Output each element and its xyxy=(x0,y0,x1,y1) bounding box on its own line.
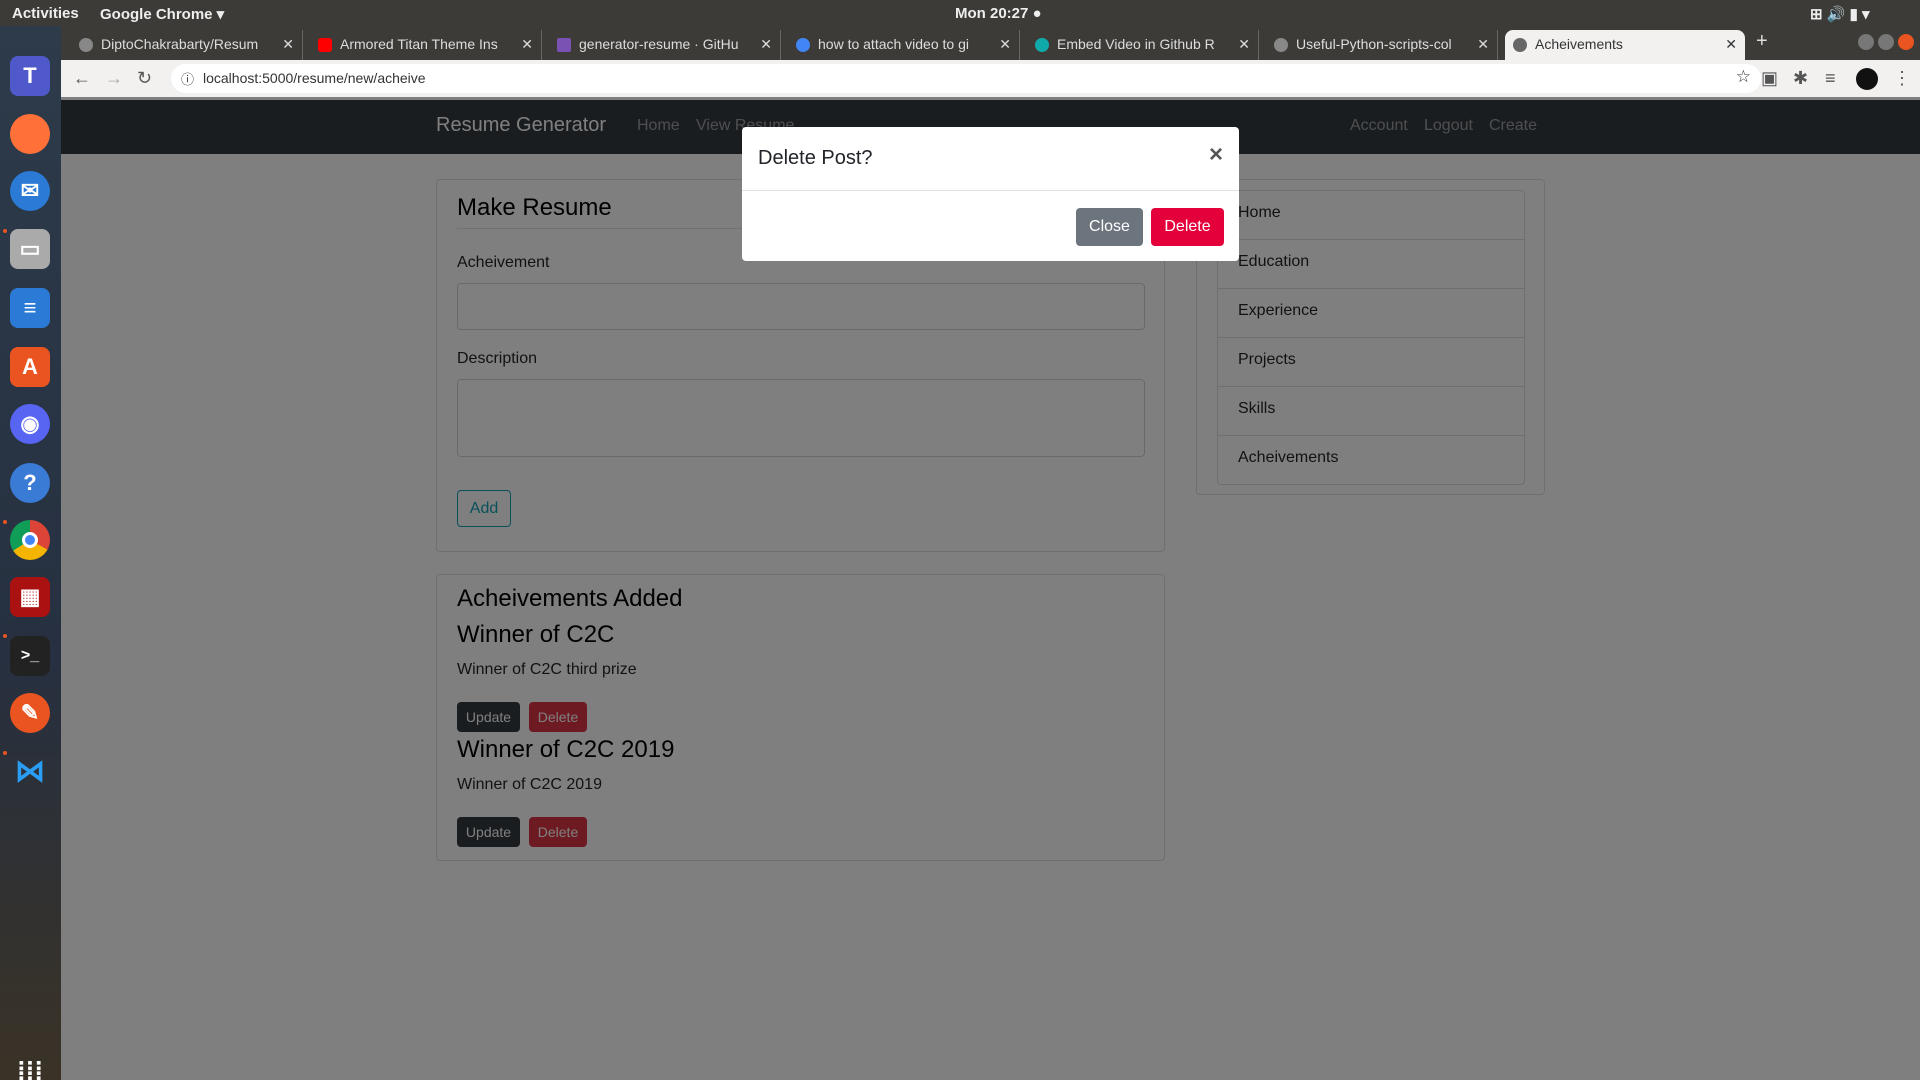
info-icon[interactable]: ⓘ xyxy=(181,69,194,88)
browser-tab[interactable]: how to attach video to gi ✕ xyxy=(788,30,1020,60)
extension-icon[interactable]: ▣ xyxy=(1761,68,1778,89)
tab-title: Armored Titan Theme Ins xyxy=(340,36,498,52)
pen-icon[interactable]: ✎ xyxy=(10,693,50,733)
browser-tab[interactable]: Armored Titan Theme Ins ✕ xyxy=(310,30,542,60)
minimize-button[interactable] xyxy=(1858,34,1874,50)
tab-title: how to attach video to gi xyxy=(818,36,969,52)
close-tab-icon[interactable]: ✕ xyxy=(282,36,294,53)
modal-close-button[interactable]: Close xyxy=(1076,208,1143,246)
reload-icon[interactable]: ↻ xyxy=(137,68,152,89)
tab-title: generator-resume · GitHu xyxy=(579,36,739,52)
running-indicator xyxy=(3,751,7,755)
dock: T ✉ ▭ ≡ A ◉ ? ▦ >_ ✎ ⋈ ⁞⁞⁞ xyxy=(0,26,61,1086)
clock[interactable]: Mon 20:27 ● xyxy=(955,5,1042,22)
browser-tab[interactable]: generator-resume · GitHu ✕ xyxy=(549,30,781,60)
close-tab-icon[interactable]: ✕ xyxy=(1238,36,1250,53)
system-top-bar: Activities Google Chrome ▾ Mon 20:27 ● ⊞… xyxy=(0,0,1920,26)
back-icon[interactable]: ← xyxy=(73,68,91,89)
profile-avatar[interactable] xyxy=(1856,68,1878,90)
terminal-icon[interactable]: >_ xyxy=(10,636,50,676)
help-icon[interactable]: ? xyxy=(10,463,50,503)
firefox-icon[interactable] xyxy=(10,114,50,154)
software-icon[interactable]: A xyxy=(10,347,50,387)
heroku-icon xyxy=(557,38,571,52)
google-icon xyxy=(796,38,810,52)
tab-title: DiptoChakrabarty/Resum xyxy=(101,36,259,52)
modal-delete-button[interactable]: Delete xyxy=(1151,208,1224,246)
puzzle-icon[interactable]: ✱ xyxy=(1793,68,1808,89)
running-indicator xyxy=(3,229,7,233)
app-menu[interactable]: Google Chrome ▾ xyxy=(100,5,224,23)
browser-tab-active[interactable]: Acheivements ✕ xyxy=(1505,30,1745,60)
tab-title: Embed Video in Github R xyxy=(1057,36,1215,52)
thunderbird-icon[interactable]: ✉ xyxy=(10,171,50,211)
close-tab-icon[interactable]: ✕ xyxy=(1477,36,1489,53)
running-indicator xyxy=(3,520,7,524)
app-grid-icon[interactable]: ⁞⁞⁞ xyxy=(10,1051,50,1091)
tab-strip: DiptoChakrabarty/Resum ✕ Armored Titan Th… xyxy=(61,26,1920,60)
github-icon xyxy=(1274,38,1288,52)
discord-icon[interactable]: ◉ xyxy=(10,404,50,444)
system-tray-icons[interactable]: ⊞ 🔊 ▮ ▾ xyxy=(1810,5,1870,23)
forward-icon[interactable]: → xyxy=(105,68,123,89)
teams-icon[interactable]: T xyxy=(10,56,50,96)
close-tab-icon[interactable]: ✕ xyxy=(1725,36,1737,53)
modal-close-x-icon[interactable]: × xyxy=(1209,141,1223,169)
site-icon xyxy=(1035,38,1049,52)
modal-header: Delete Post? × xyxy=(742,127,1239,191)
media-icon[interactable]: ≡ xyxy=(1825,68,1836,89)
youtube-icon xyxy=(318,38,332,52)
maximize-button[interactable] xyxy=(1878,34,1894,50)
chrome-icon[interactable] xyxy=(10,520,50,560)
url-input[interactable]: ⓘ localhost:5000/resume/new/acheive ☆ xyxy=(171,64,1761,93)
bookmark-star-icon[interactable]: ☆ xyxy=(1736,67,1751,87)
vscode-icon[interactable]: ⋈ xyxy=(10,751,50,791)
activities-button[interactable]: Activities xyxy=(12,5,79,22)
globe-icon xyxy=(1513,38,1527,52)
modal-title: Delete Post? xyxy=(758,147,873,169)
close-tab-icon[interactable]: ✕ xyxy=(521,36,533,53)
url-text: localhost:5000/resume/new/acheive xyxy=(203,70,426,86)
tab-title: Acheivements xyxy=(1535,36,1623,52)
writer-icon[interactable]: ≡ xyxy=(10,288,50,328)
running-indicator xyxy=(3,634,7,638)
close-tab-icon[interactable]: ✕ xyxy=(999,36,1011,53)
delete-confirm-modal: Delete Post? × Close Delete xyxy=(742,127,1239,261)
browser-tab[interactable]: DiptoChakrabarty/Resum ✕ xyxy=(71,30,303,60)
browser-tab[interactable]: Useful-Python-scripts-col ✕ xyxy=(1266,30,1498,60)
files-icon[interactable]: ▭ xyxy=(10,229,50,269)
github-icon xyxy=(79,38,93,52)
tab-title: Useful-Python-scripts-col xyxy=(1296,36,1452,52)
window-close-button[interactable] xyxy=(1898,34,1914,50)
close-tab-icon[interactable]: ✕ xyxy=(760,36,772,53)
menu-icon[interactable]: ⋮ xyxy=(1893,68,1911,89)
new-tab-button[interactable]: + xyxy=(1756,30,1768,53)
app-icon[interactable]: ▦ xyxy=(10,577,50,617)
address-bar-row: ← → ↻ ⓘ localhost:5000/resume/new/acheiv… xyxy=(61,60,1920,97)
browser-tab[interactable]: Embed Video in Github R ✕ xyxy=(1027,30,1259,60)
